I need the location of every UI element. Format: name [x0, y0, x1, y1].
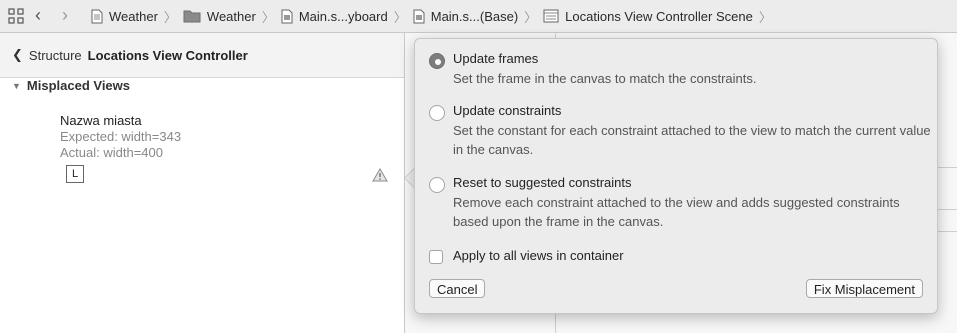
chevron-right-icon: 〉 — [393, 9, 407, 25]
warning-triangle-icon[interactable] — [372, 168, 388, 182]
chevron-right-icon: 〉 — [524, 9, 538, 25]
apply-all-checkbox[interactable] — [429, 250, 443, 264]
file-icon — [91, 9, 103, 23]
breadcrumb-label: Weather — [109, 8, 158, 24]
structure-back-link[interactable]: Structure — [29, 48, 82, 63]
section-title: Misplaced Views — [26, 78, 131, 93]
chevron-right-icon: 〉 — [163, 9, 177, 25]
storyboard-icon — [413, 9, 425, 23]
fix-misplacement-button[interactable]: Fix Misplacement — [805, 279, 923, 298]
folder-icon — [183, 10, 201, 23]
misplaced-view-item[interactable]: Nazwa miasta Expected: width=343 Actual:… — [60, 112, 181, 161]
breadcrumb-item-storyboard[interactable]: Main.s...yboard — [281, 9, 388, 24]
option-description: Remove each constraint attached to the v… — [453, 195, 900, 229]
back-arrow-icon[interactable]: ‹ — [35, 6, 41, 24]
breadcrumb: Weather 〉 Weather 〉 Main.s...yboard 〉 Ma… — [91, 0, 778, 32]
radio-update-constraints[interactable] — [429, 105, 445, 121]
breadcrumb-item-project[interactable]: Weather — [91, 9, 158, 24]
view-name: Nazwa miasta — [60, 113, 142, 128]
expected-width: Expected: width=343 — [60, 129, 182, 144]
option-description: Set the frame in the canvas to match the… — [453, 71, 757, 86]
option-title: Update frames — [453, 51, 539, 66]
scene-icon — [543, 9, 559, 23]
label-badge-icon: L — [66, 165, 84, 183]
chevron-left-icon[interactable]: ❮ — [12, 47, 23, 63]
breadcrumb-label: Locations View Controller Scene — [565, 8, 753, 24]
option-title: Update constraints — [453, 103, 562, 118]
radio-update-frames[interactable] — [429, 53, 445, 69]
apply-all-label: Apply to all views in container — [453, 248, 624, 263]
misplaced-views-section[interactable]: ▼ Misplaced Views — [12, 78, 130, 93]
cancel-button[interactable]: Cancel — [429, 279, 486, 298]
outline-header: ❮ Structure Locations View Controller — [0, 33, 404, 78]
breadcrumb-item-storyboard-base[interactable]: Main.s...(Base) — [413, 9, 518, 24]
related-items-grid-icon[interactable] — [8, 8, 24, 24]
resolve-misplacement-popover: Update frames Set the frame in the canva… — [414, 38, 938, 314]
chevron-right-icon: 〉 — [261, 9, 275, 25]
breadcrumb-item-folder[interactable]: Weather — [183, 9, 256, 24]
forward-arrow-icon[interactable]: › — [62, 6, 68, 24]
breadcrumb-label: Main.s...yboard — [298, 8, 388, 24]
panel-title: Locations View Controller — [87, 47, 248, 63]
breadcrumb-item-scene[interactable]: Locations View Controller Scene — [543, 9, 753, 24]
breadcrumb-label: Main.s...(Base) — [430, 8, 519, 24]
breadcrumb-label: Weather — [206, 8, 256, 24]
storyboard-icon — [281, 9, 293, 23]
actual-width: Actual: width=400 — [60, 145, 163, 160]
jump-bar: ‹ › Weather 〉 Weather 〉 Main.s...yboard … — [0, 0, 957, 33]
option-description: Set the constant for each constraint att… — [453, 123, 931, 157]
disclosure-triangle-icon[interactable]: ▼ — [12, 81, 21, 91]
option-title: Reset to suggested constraints — [453, 175, 632, 190]
radio-reset-suggested[interactable] — [429, 177, 445, 193]
chevron-right-icon: 〉 — [758, 9, 772, 25]
